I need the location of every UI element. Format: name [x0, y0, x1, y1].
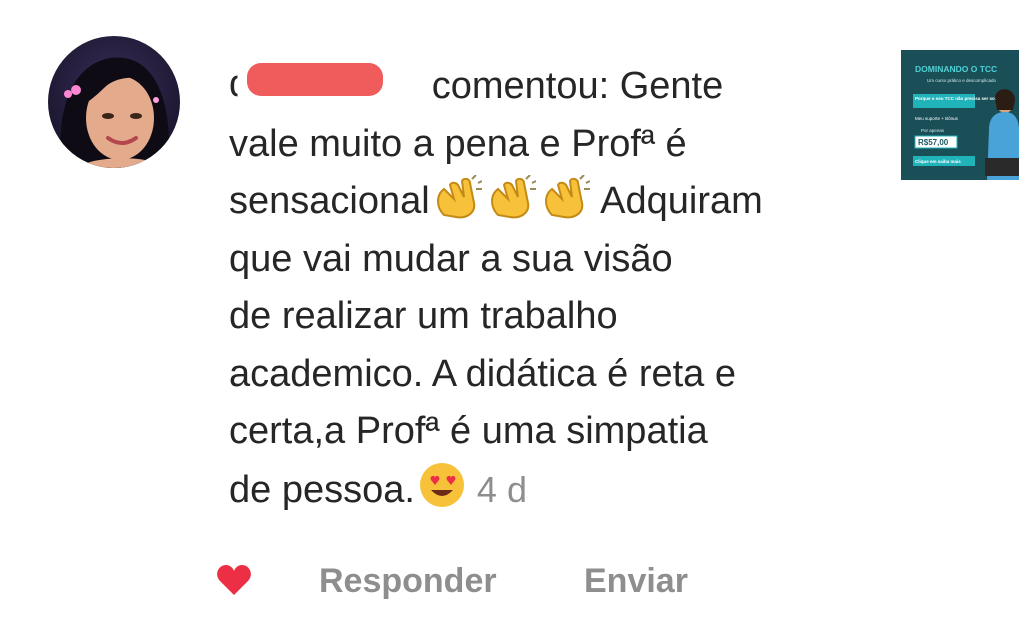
thumb-price: R$57,00	[918, 138, 949, 147]
comment-line-5: que vai mudar a sua visão	[229, 237, 673, 280]
comment-line-2: vale muito a pena e Profª é	[229, 122, 687, 165]
thumb-title: DOMINANDO O TCC	[915, 64, 997, 74]
post-thumbnail[interactable]: DOMINANDO O TCC Um curso prático e desco…	[901, 50, 1019, 180]
comment-line-3: sensacional	[229, 180, 430, 222]
comment-line-8: certa,a Profª é uma simpatia	[229, 410, 708, 452]
thumb-price-label: Por apenas	[921, 128, 945, 133]
comment-text: dxxxxxxxxxd comentou: Gente vale muito a…	[229, 58, 869, 518]
comment-timestamp: 4 d	[476, 468, 527, 510]
heart-icon[interactable]	[216, 563, 252, 602]
comment-actions: Responder Enviar	[0, 560, 1020, 610]
comment-line-6: de realizar um trabalho	[229, 295, 618, 337]
clapping-hands-icon	[486, 174, 537, 237]
username[interactable]: dxxxxxxxxxd	[229, 58, 421, 116]
clapping-hands-icon	[540, 174, 591, 237]
thumb-cta: Clique em saiba mais	[915, 159, 961, 164]
send-button[interactable]: Enviar	[584, 562, 688, 601]
reply-button[interactable]: Responder	[319, 562, 497, 601]
thumb-bonus: Meu suporte + Bônus	[915, 116, 959, 121]
comment-line: de pessoa. 4 d	[229, 461, 869, 519]
clapping-hands-icon	[432, 174, 483, 237]
comment-line-9: de pessoa.	[229, 468, 415, 511]
heart-eyes-face-icon	[417, 462, 467, 526]
redaction-mark	[247, 63, 383, 96]
comment-line-7: academico. A didática é reta e	[229, 352, 736, 395]
comment-line: dxxxxxxxxxd comentou: Gente	[229, 58, 869, 116]
comment-line: sensacional Adquiram	[229, 173, 869, 231]
thumb-tagline: Porque o seu TCC não precisa ser sofrido…	[915, 96, 1007, 101]
avatar[interactable]	[48, 36, 180, 168]
thumb-subtitle: Um curso prático e descomplicado	[927, 78, 997, 83]
comment-line-3b: Adquiram	[600, 180, 763, 222]
comment-line-1: comentou: Gente	[431, 65, 724, 107]
